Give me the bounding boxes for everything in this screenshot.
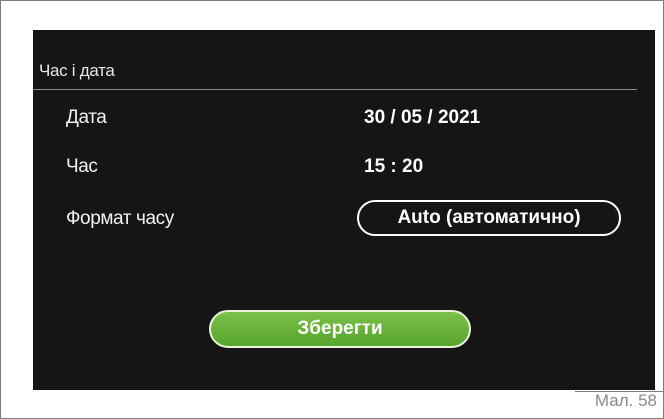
time-format-label: Формат часу — [66, 208, 174, 229]
figure-caption: Мал. 58 — [594, 391, 657, 410]
date-label: Дата — [66, 107, 107, 128]
time-format-value: Auto (автоматично) — [397, 207, 581, 228]
screen-title: Час і дата — [39, 61, 115, 80]
time-label: Час — [66, 156, 98, 177]
date-value[interactable]: 30 / 05 / 2021 — [364, 107, 480, 129]
device-screen: Час і дата Дата 30 / 05 / 2021 Час 15 : … — [33, 30, 655, 390]
title-divider — [33, 89, 637, 90]
figure-frame: Час і дата Дата 30 / 05 / 2021 Час 15 : … — [0, 0, 664, 419]
save-button[interactable]: Зберегти — [209, 310, 471, 348]
time-format-selector[interactable]: Auto (автоматично) — [357, 200, 621, 236]
time-value[interactable]: 15 : 20 — [364, 156, 423, 178]
save-button-label: Зберегти — [297, 318, 383, 339]
